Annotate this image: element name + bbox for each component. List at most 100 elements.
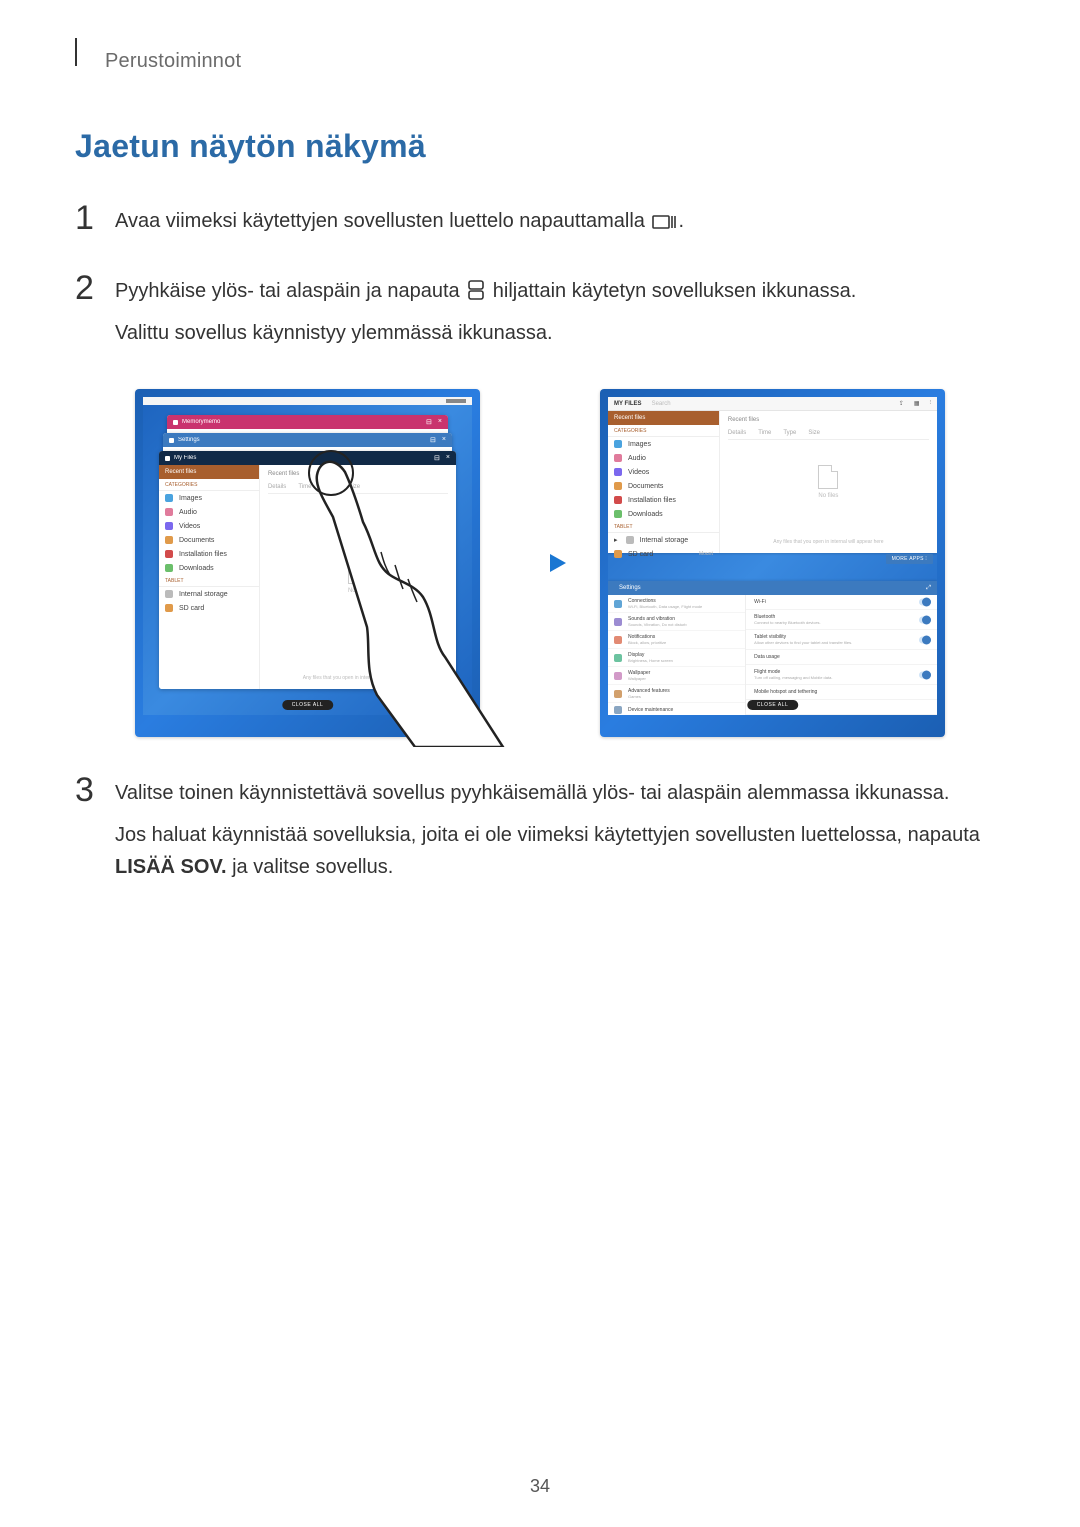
mf-item-internal: Internal storage (159, 587, 259, 601)
card-title: Settings (178, 437, 430, 443)
app-icon (169, 438, 174, 443)
list-item-label: Installation files (628, 497, 676, 504)
page-marker (75, 38, 77, 66)
step-2-body: Pyyhkäise ylös- tai alaspäin ja napauta … (115, 275, 1005, 359)
recents-icon (652, 212, 676, 230)
tablet-label: TABLET (159, 575, 259, 587)
list-item-label: Images (628, 441, 651, 448)
mf-item-install: Installation files (608, 493, 719, 507)
settings-item-maint: Device maintenance (608, 703, 745, 715)
share-icon: ⇪ (899, 400, 904, 407)
list-item-sub: Wi-Fi, Bluetooth, Data usage, Flight mod… (628, 604, 702, 609)
toggle-icon (919, 636, 931, 643)
detail-datausage: Data usage (746, 650, 937, 665)
more-icon: ⫶ (929, 400, 931, 407)
page-number: 34 (0, 1476, 1080, 1497)
detail-label: Wi-Fi (754, 599, 929, 605)
settings-detail: Wi-Fi BluetoothConnect to nearby Bluetoo… (746, 595, 937, 715)
detail-sub: Turn off calling, messaging and Mobile d… (754, 675, 929, 680)
myfiles-main-header: Recent files (728, 417, 929, 423)
split-top-pane: MY FILES Search ⇪ ▦ ⫶ Recent files CATEG… (608, 397, 937, 553)
settings-item-wallpaper: WallpaperWallpaper (608, 667, 745, 685)
empty-state: No files (348, 560, 368, 594)
step-number-1: 1 (75, 201, 115, 247)
toggle-icon (919, 616, 931, 623)
list-item-label: Audio (628, 455, 646, 462)
list-item-label: Videos (628, 469, 649, 476)
close-all-button: CLOSE ALL (282, 700, 333, 710)
card-title: Memorymemo (182, 419, 426, 425)
list-item-label: SD card (628, 551, 653, 558)
myfiles-side-header: Recent files (159, 465, 259, 479)
mf-item-documents: Documents (159, 533, 259, 547)
toolbar-icons: ⇪ ▦ ⫶ (899, 400, 931, 407)
card-header-settings: Settings ⊟× (163, 433, 452, 447)
myfiles-side-header: Recent files (608, 411, 719, 425)
step-3-line2-b: ja valitse sovellus. (227, 856, 394, 878)
step-number-2: 2 (75, 271, 115, 359)
detail-label: Data usage (754, 654, 929, 660)
step-3-line2-a: Jos haluat käynnistää sovelluksia, joita… (115, 824, 980, 846)
mf-item-documents: Documents (608, 479, 719, 493)
detail-hotspot: Mobile hotspot and tethering (746, 685, 937, 700)
myfiles-sort-tabs: Details Time Type Size (268, 481, 448, 494)
mf-item-images: Images (608, 437, 719, 451)
card-header-memory: Memorymemo ⊟× (167, 415, 448, 429)
sort-tab: Size (348, 484, 360, 490)
empty-note: Any files that you open in internal will… (773, 539, 883, 545)
settings-item-notif: NotificationsBlock, allow, prioritize (608, 631, 745, 649)
statusbar (143, 397, 472, 405)
list-item-label: Downloads (628, 511, 663, 518)
settings-item-advanced: Advanced featuresGames (608, 685, 745, 703)
mf-item-sd: SD card (159, 601, 259, 615)
mf-item-sd: SD cardMount (608, 547, 719, 561)
list-item-label: Device maintenance (628, 707, 673, 713)
list-item-label: SD card (179, 605, 204, 612)
toggle-icon (919, 599, 931, 606)
settings-header: Settings ⤢ (608, 581, 937, 595)
app-icon (173, 420, 178, 425)
list-item-sub: Block, allow, prioritize (628, 640, 666, 645)
card-title: My Files (174, 455, 434, 461)
empty-label: No files (818, 493, 838, 499)
card-header-myfiles: My Files ⊟× (159, 451, 456, 465)
app-title: MY FILES (614, 401, 642, 407)
step-2-line1-after: hiljattain käytetyn sovelluksen ikkunass… (487, 280, 856, 302)
empty-note: Any files that you open in internal will… (303, 675, 413, 681)
list-item-label: Videos (179, 523, 200, 530)
mf-item-downloads: Downloads (608, 507, 719, 521)
categories-label: CATEGORIES (608, 425, 719, 437)
expand-icon: ⤢ (926, 585, 931, 592)
list-item-sub: Games (628, 694, 670, 699)
myfiles-app: Recent files CATEGORIES Images Audio Vid… (159, 465, 456, 689)
detail-flightmode: Flight modeTurn off calling, messaging a… (746, 665, 937, 685)
step-1-body: Avaa viimeksi käytettyjen sovellusten lu… (115, 205, 1005, 247)
mf-item-images: Images (159, 491, 259, 505)
step-3-bold: LISÄÄ SOV. (115, 856, 227, 878)
mf-item-audio: Audio (608, 451, 719, 465)
mf-item-internal: ▸Internal storage (608, 533, 719, 547)
sort-tab: Time (758, 430, 771, 436)
app-icon (165, 456, 170, 461)
list-item-label: Internal storage (640, 537, 689, 544)
step-2-line1-before: Pyyhkäise ylös- tai alaspäin ja napauta (115, 280, 465, 302)
detail-wifi: Wi-Fi (746, 595, 937, 610)
myfiles-topbar: MY FILES Search ⇪ ▦ ⫶ (608, 397, 937, 411)
mf-item-install: Installation files (159, 547, 259, 561)
search-placeholder: Search (652, 401, 889, 407)
step-3-body: Valitse toinen käynnistettävä sovellus p… (115, 777, 1005, 893)
mf-item-videos: Videos (608, 465, 719, 479)
empty-state: No files (818, 465, 838, 499)
device-left: Memorymemo ⊟× Settings ⊟× My Files (135, 389, 480, 737)
breadcrumb: Perustoiminnot (105, 50, 241, 73)
settings-item-display: DisplayBrightness, Home screen (608, 649, 745, 667)
list-item-sub: Wallpaper (628, 676, 650, 681)
step-2-line2: Valittu sovellus käynnistyy ylemmässä ik… (115, 317, 1005, 349)
sort-tab: Type (783, 430, 796, 436)
sort-tab: Type (323, 484, 336, 490)
document-icon (348, 560, 368, 584)
detail-sub: Connect to nearby Bluetooth devices. (754, 620, 929, 625)
myfiles-main-header: Recent files (268, 471, 448, 477)
list-item-label: Installation files (179, 551, 227, 558)
mf-item-videos: Videos (159, 519, 259, 533)
